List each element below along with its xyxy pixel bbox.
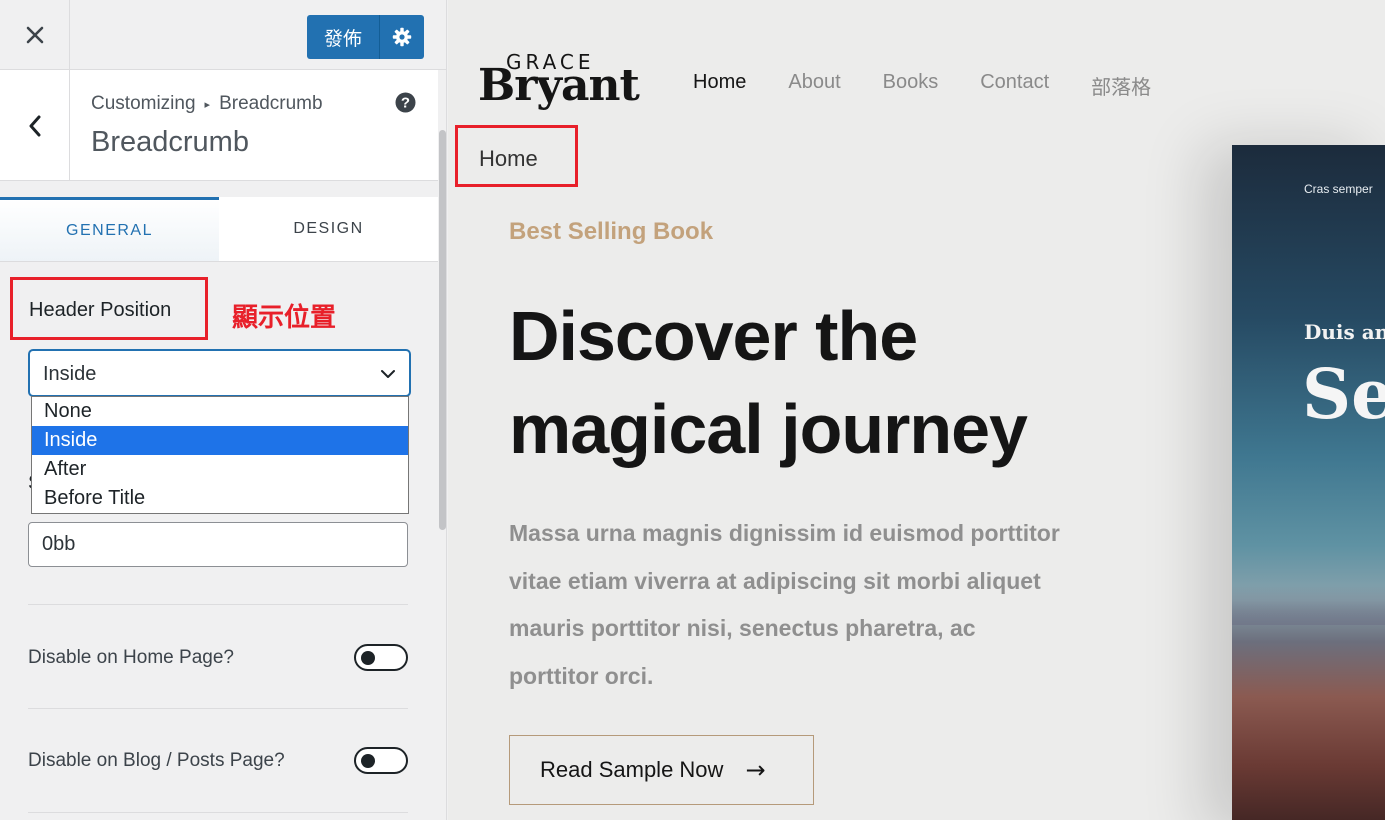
- header-position-select[interactable]: Inside: [29, 350, 410, 396]
- annotation-text: 顯示位置: [232, 303, 337, 333]
- chevron-left-icon: [29, 115, 40, 136]
- disable-home-toggle[interactable]: [354, 644, 408, 671]
- nav-item-books[interactable]: Books: [883, 71, 939, 100]
- header-position-options: None Inside After Before Title: [31, 396, 409, 514]
- option-after[interactable]: After: [32, 455, 408, 484]
- customizer-sidebar: 發佈 Customizing ▸ Breadcrumb Breadcrumb ?…: [0, 0, 447, 820]
- sidebar-scrollbar[interactable]: [438, 70, 446, 820]
- back-button[interactable]: [0, 70, 70, 181]
- book-mountain-band: [1232, 585, 1385, 625]
- publish-group: 發佈: [307, 15, 424, 59]
- publish-settings-button[interactable]: [379, 15, 424, 59]
- read-sample-button[interactable]: Read Sample Now →: [509, 735, 814, 805]
- select-value: Inside: [43, 363, 97, 385]
- hero-description: Massa urna magnis dignissim id euismod p…: [509, 520, 1060, 689]
- svg-text:?: ?: [401, 95, 410, 112]
- chevron-down-icon: [381, 370, 395, 378]
- site-preview: GRACE Bryant Home About Books Contact 部落…: [448, 0, 1385, 820]
- tab-design[interactable]: DESIGN: [219, 197, 438, 261]
- toggle-knob: [361, 651, 375, 665]
- customizer-topbar: 發佈: [0, 0, 446, 70]
- header-position-label: Header Position: [29, 299, 172, 321]
- publish-button[interactable]: 發佈: [307, 15, 379, 59]
- divider: [28, 604, 408, 605]
- hero-title-line: Discover the: [509, 297, 918, 375]
- option-none[interactable]: None: [32, 397, 408, 426]
- option-before-title[interactable]: Before Title: [32, 484, 408, 513]
- disable-blog-label: Disable on Blog / Posts Page?: [28, 750, 285, 771]
- hero-title: Discover the magical journey: [509, 290, 1109, 476]
- book-subtitle: Duis ant: [1304, 320, 1385, 344]
- primary-nav: Home About Books Contact 部落格: [693, 71, 1193, 100]
- preview-breadcrumb-home[interactable]: Home: [479, 146, 538, 172]
- crumb-root: Customizing: [91, 93, 196, 114]
- hero-title-line: magical journey: [509, 390, 1028, 468]
- hero-eyebrow: Best Selling Book: [509, 218, 714, 245]
- logo-main-text[interactable]: Bryant: [478, 60, 640, 111]
- book-cover-image: Cras semper Duis ant Se: [1232, 145, 1385, 820]
- section-title: Breadcrumb: [91, 126, 249, 158]
- cta-label: Read Sample Now: [540, 757, 724, 782]
- divider: [28, 708, 408, 709]
- scrollbar-thumb[interactable]: [439, 130, 446, 530]
- nav-item-contact[interactable]: Contact: [980, 71, 1049, 100]
- option-inside[interactable]: Inside: [32, 426, 408, 455]
- disable-home-label: Disable on Home Page?: [28, 647, 234, 668]
- crumb-separator-icon: ▸: [204, 98, 211, 111]
- nav-item-about[interactable]: About: [788, 71, 840, 100]
- divider: [28, 812, 408, 813]
- crumb-current: Breadcrumb: [219, 93, 323, 114]
- arrow-right-icon: →: [745, 756, 766, 784]
- book-small-text: Cras semper: [1304, 182, 1373, 196]
- section-header: Customizing ▸ Breadcrumb Breadcrumb: [0, 70, 438, 181]
- tab-general[interactable]: GENERAL: [0, 197, 219, 261]
- separator-input[interactable]: [28, 522, 408, 567]
- gear-icon: [392, 27, 412, 47]
- book-title: Se: [1302, 355, 1385, 435]
- nav-item-blog[interactable]: 部落格: [1091, 71, 1151, 100]
- close-button[interactable]: [0, 0, 70, 70]
- close-icon: [26, 26, 43, 44]
- nav-item-home[interactable]: Home: [693, 71, 746, 100]
- help-icon[interactable]: ?: [395, 92, 416, 113]
- disable-blog-toggle[interactable]: [354, 747, 408, 774]
- tab-bar: GENERAL DESIGN: [0, 197, 438, 262]
- toggle-knob: [361, 754, 375, 768]
- breadcrumb: Customizing ▸ Breadcrumb: [91, 93, 323, 115]
